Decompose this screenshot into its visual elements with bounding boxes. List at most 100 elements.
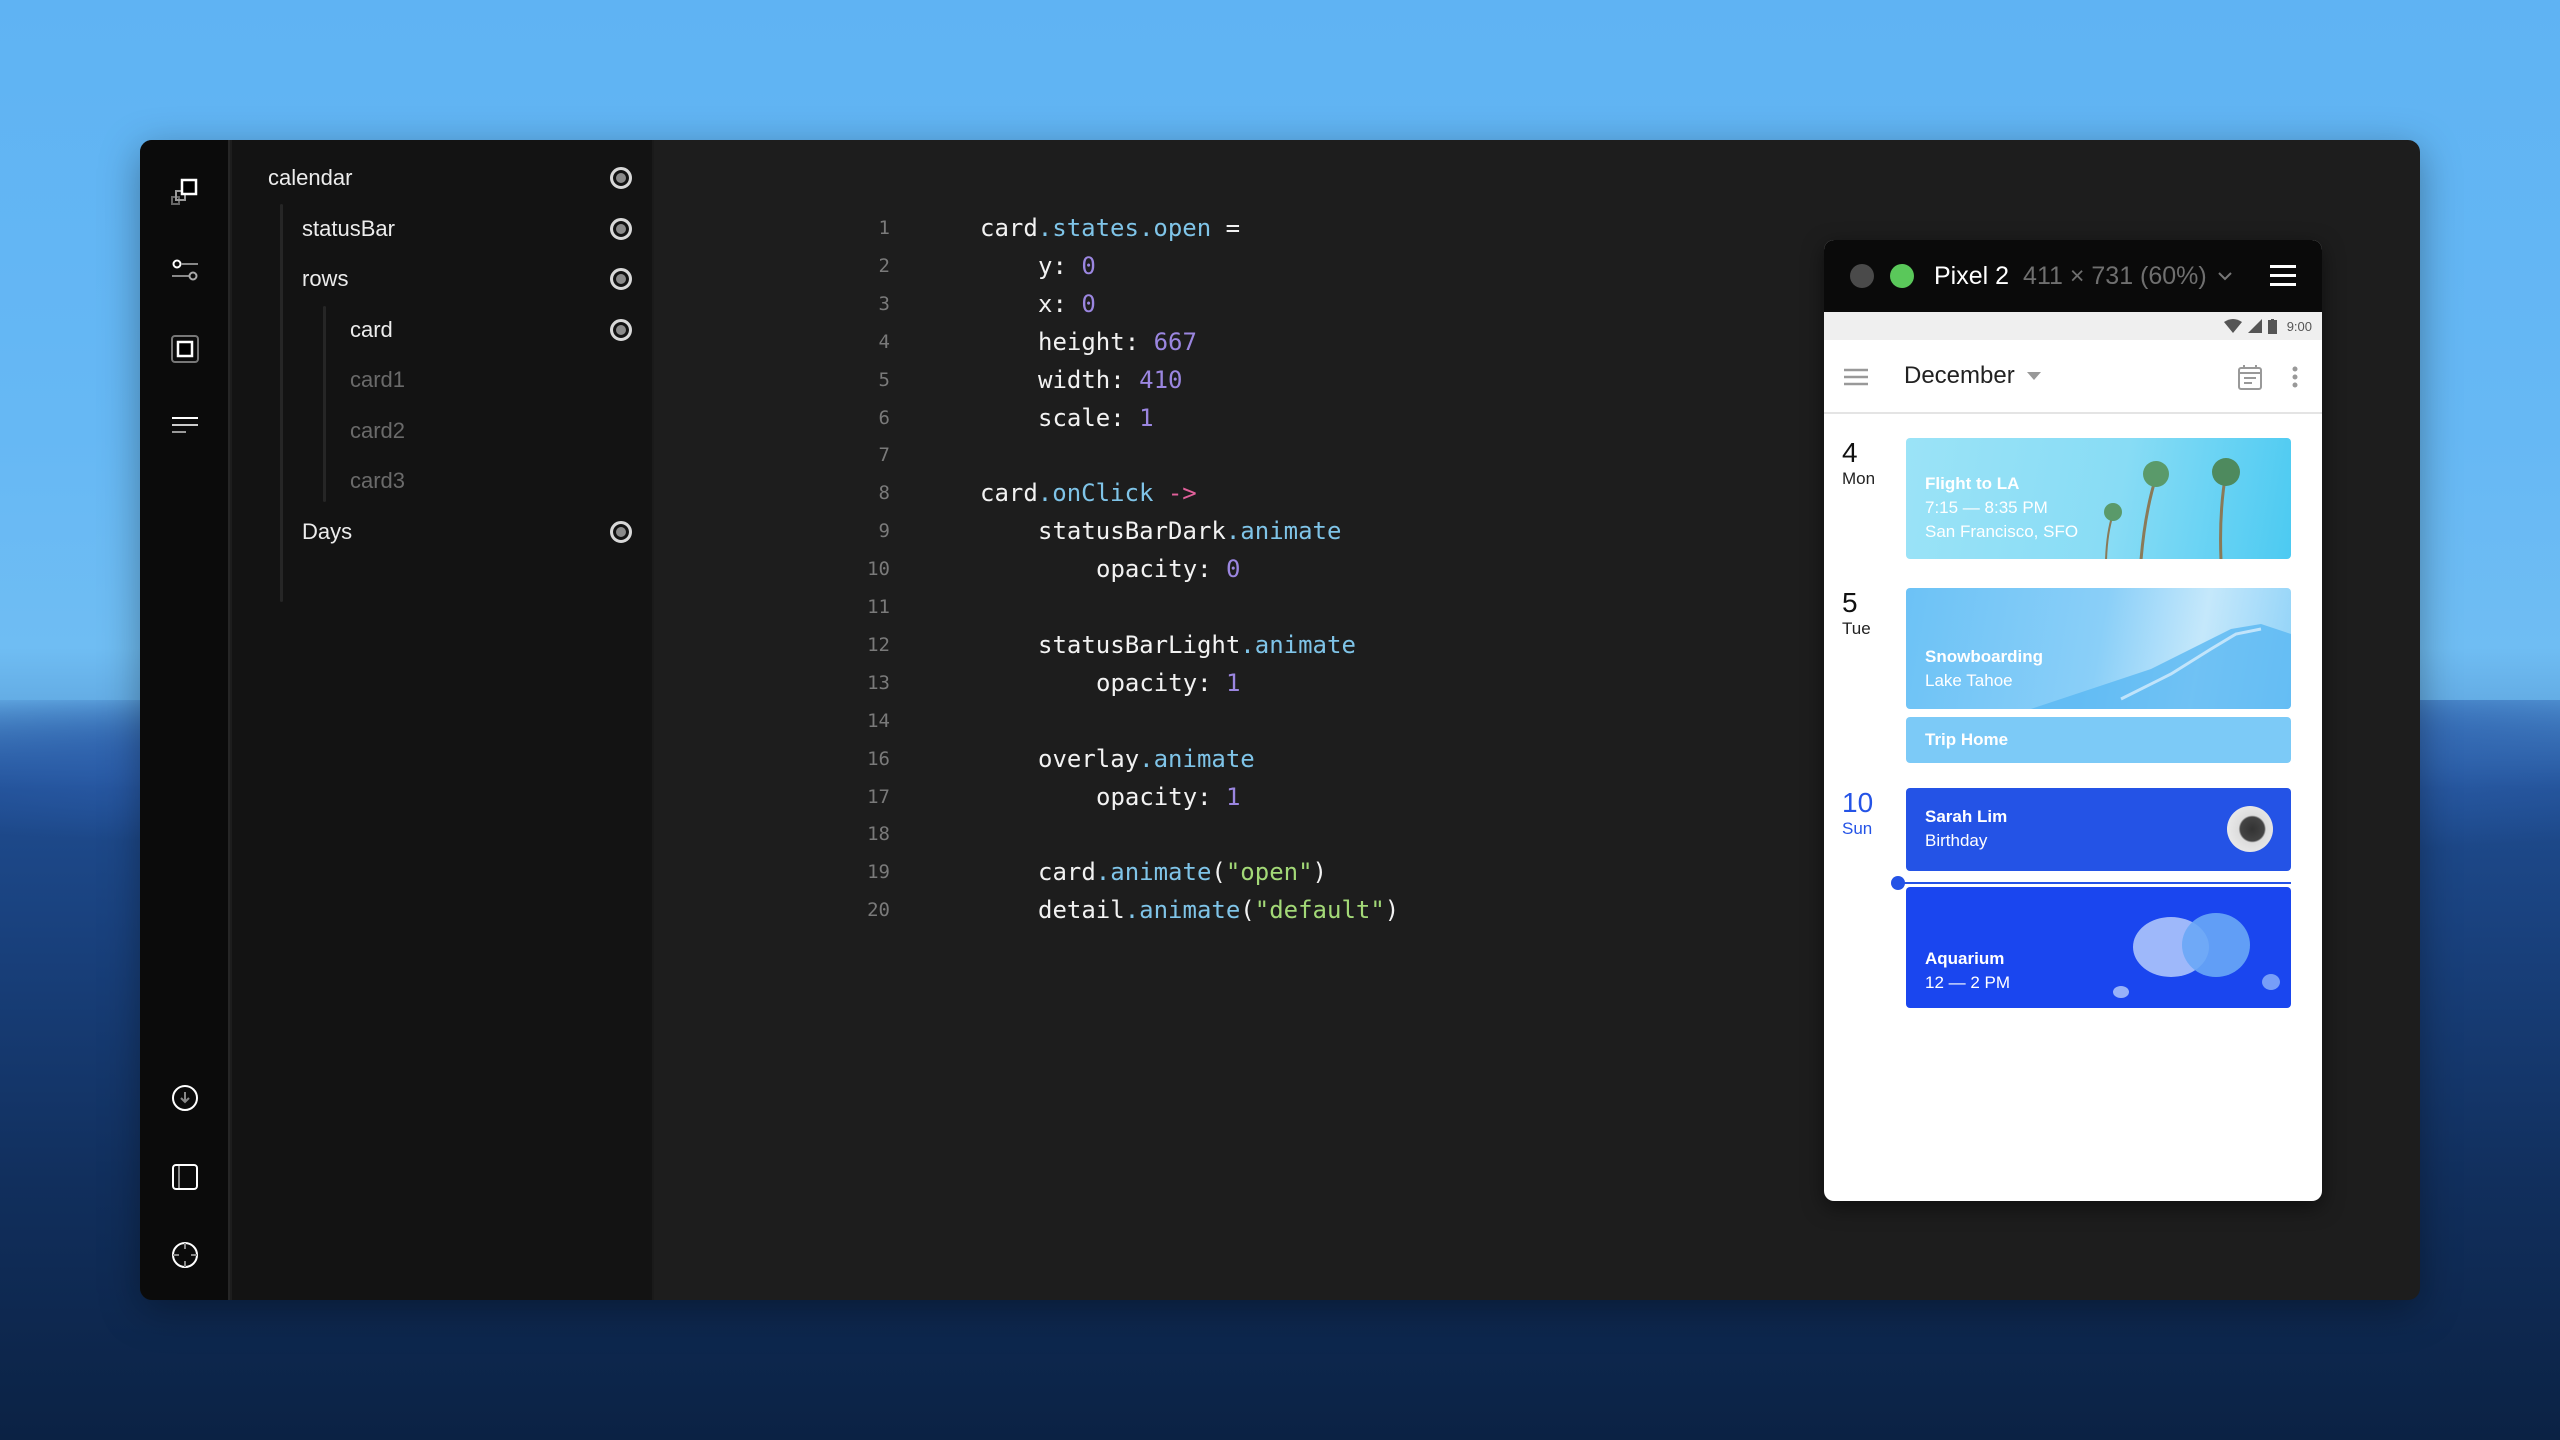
code-line[interactable]: 5 width: 410 — [656, 361, 1183, 399]
code-token: detail — [1038, 896, 1125, 925]
calendar-app-bar: December — [1824, 340, 2322, 414]
layer-label: rows — [302, 266, 349, 291]
code-token: card — [980, 479, 1038, 508]
day-label-today: 10 Sun — [1842, 787, 1874, 839]
event-card[interactable]: Aquarium 12 — 2 PM — [1906, 887, 2291, 1008]
nav-menu-icon[interactable] — [1844, 367, 1868, 387]
layer-item-days[interactable]: Days — [232, 507, 652, 557]
code-token: ( — [1211, 858, 1226, 887]
code-token: card — [1038, 858, 1096, 887]
layers-icon[interactable] — [167, 174, 203, 210]
event-card[interactable]: Snowboarding Lake Tahoe — [1906, 588, 2291, 709]
code-token: overlay — [1038, 744, 1140, 773]
layer-label: card3 — [350, 468, 406, 493]
code-line[interactable]: 13 opacity: 1 — [656, 664, 1240, 702]
layer-label: card1 — [350, 367, 406, 392]
code-line[interactable]: 7 — [656, 436, 890, 474]
code-line[interactable]: 3 x: 0 — [656, 285, 1096, 323]
code-token: opacity: — [1096, 668, 1227, 697]
code-token: -> — [1167, 479, 1197, 508]
line-number: 1 — [878, 217, 890, 239]
visibility-toggle-icon[interactable] — [610, 217, 632, 240]
line-number: 20 — [867, 899, 890, 922]
code-text: detail.animate("default") — [1038, 896, 1399, 924]
layer-label: statusBar — [302, 215, 395, 241]
visibility-toggle-icon[interactable] — [610, 318, 632, 341]
code-text: card.animate("open") — [1038, 858, 1327, 886]
code-line[interactable]: 20 detail.animate("default") — [656, 891, 1399, 929]
line-number: 17 — [867, 785, 890, 808]
code-line[interactable]: 1 card.states.open = — [656, 209, 1241, 247]
code-line[interactable]: 2 y: 0 — [656, 247, 1096, 285]
code-line[interactable]: 19 card.animate("open") — [656, 853, 1327, 891]
dropdown-arrow-icon[interactable] — [2026, 372, 2041, 380]
live-dot[interactable] — [1890, 264, 1914, 288]
device-name: Pixel 2 — [1934, 261, 2010, 290]
code-token: width: — [1038, 365, 1140, 394]
code-line[interactable]: 12 statusBarLight.animate — [656, 626, 1356, 664]
layer-item-calendar[interactable]: calendar — [232, 153, 652, 203]
code-line[interactable]: 18 — [656, 815, 890, 853]
sliders-icon[interactable] — [167, 252, 203, 288]
chevron-down-icon[interactable] — [2217, 271, 2233, 281]
current-time-line — [1898, 882, 2291, 884]
visibility-toggle-icon[interactable] — [610, 268, 632, 290]
device-dimensions[interactable]: 411 × 731 (60%) — [2023, 262, 2207, 291]
layer-item-statusbar[interactable]: statusBar — [232, 204, 652, 254]
text-align-icon[interactable] — [167, 407, 203, 443]
line-number: 16 — [867, 747, 890, 770]
code-text: opacity: 1 — [1096, 783, 1241, 811]
code-line[interactable]: 17 opacity: 1 — [656, 778, 1240, 816]
code-token: .animate — [1240, 630, 1356, 659]
code-text: card.states.open = — [980, 214, 1240, 242]
line-number: 7 — [878, 444, 890, 467]
code-text: statusBarLight.animate — [1038, 631, 1356, 659]
code-token: statusBarDark — [1038, 517, 1226, 546]
visibility-toggle-icon[interactable] — [610, 167, 632, 189]
battery-icon — [2267, 318, 2277, 334]
layer-item-card2[interactable]: card2 — [232, 406, 652, 456]
month-title[interactable]: December — [1904, 362, 2015, 390]
calendar-icon[interactable] — [2238, 364, 2262, 390]
code-line[interactable]: 4 height: 667 — [656, 323, 1197, 361]
code-line[interactable]: 6 scale: 1 — [656, 399, 1154, 437]
layer-item-card[interactable]: card — [232, 305, 652, 355]
code-line[interactable]: 11 — [656, 588, 890, 626]
agenda-list: 4 Mon Flight to LA 7:15 — 8:35 PM San Fr… — [1824, 416, 2322, 1201]
more-options-icon[interactable] — [2292, 366, 2298, 388]
line-number: 4 — [878, 330, 890, 353]
code-token: .onClick — [1037, 479, 1154, 508]
download-icon[interactable] — [167, 1080, 203, 1116]
code-token: .animate — [1124, 896, 1241, 925]
code-token: = — [1211, 214, 1241, 242]
layer-label: Days — [302, 518, 353, 544]
layer-item-card1[interactable]: card1 — [232, 355, 652, 405]
code-line[interactable]: 16 overlay.animate — [656, 740, 1255, 778]
code-line[interactable]: 14 — [656, 702, 890, 740]
close-dot[interactable] — [1850, 264, 1874, 288]
menu-icon[interactable] — [2270, 265, 2296, 287]
event-card[interactable]: Trip Home — [1906, 717, 2291, 763]
editor-window: calendar statusBar rows card card1 card2 card3… — [140, 140, 2420, 1300]
crosshair-icon[interactable] — [167, 1237, 203, 1273]
code-text: statusBarDark.animate — [1038, 517, 1341, 545]
code-line[interactable]: 8 card.onClick -> — [656, 474, 1197, 512]
event-card[interactable]: Flight to LA 7:15 — 8:35 PM San Francisc… — [1906, 438, 2291, 559]
layer-item-card3[interactable]: card3 — [232, 456, 652, 506]
visibility-toggle-icon[interactable] — [610, 520, 632, 543]
device-preview: Pixel 2 411 × 731 (60%) 9:00 December 4 … — [1824, 240, 2322, 1201]
code-token: 410 — [1139, 365, 1183, 394]
panel-icon[interactable] — [167, 1159, 203, 1195]
code-text: x: 0 — [1038, 290, 1096, 318]
code-line[interactable]: 10 opacity: 0 — [656, 550, 1240, 588]
code-token: 1 — [1139, 403, 1154, 432]
layer-label: card — [350, 316, 393, 342]
line-number: 19 — [867, 861, 890, 884]
frame-icon[interactable] — [167, 331, 203, 367]
code-line[interactable]: 9 statusBarDark.animate — [656, 512, 1342, 550]
event-card[interactable]: Sarah Lim Birthday — [1906, 788, 2291, 871]
layer-item-rows[interactable]: rows — [232, 254, 652, 304]
code-text: overlay.animate — [1038, 745, 1255, 773]
line-number: 9 — [878, 520, 890, 543]
